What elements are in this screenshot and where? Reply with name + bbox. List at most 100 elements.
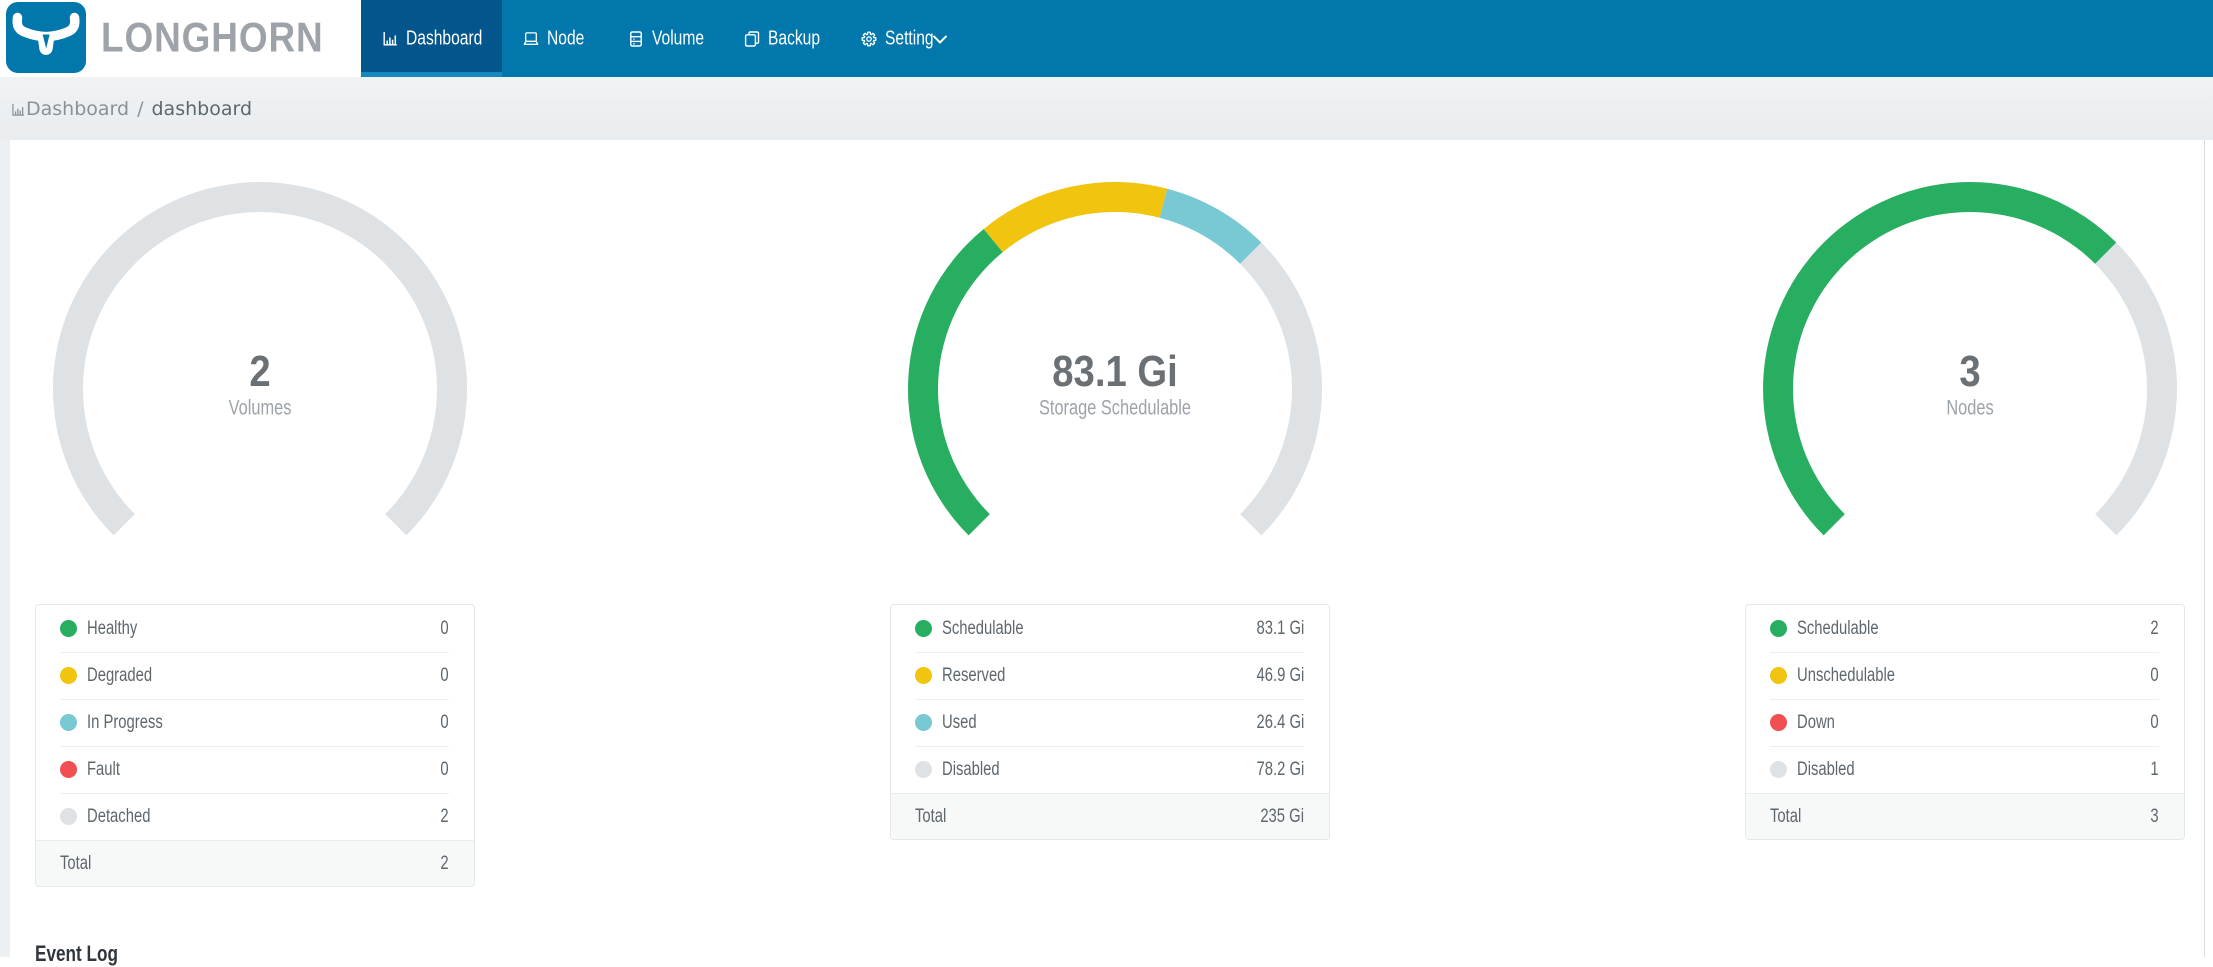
legend-dot — [1770, 667, 1787, 684]
legend-value: 0 — [440, 758, 449, 780]
legend-dot — [915, 620, 932, 637]
legend-total-value: 235 Gi — [1260, 805, 1304, 827]
bar-chart-icon — [12, 103, 24, 116]
storage-gauge-chart: 83.1 Gi Storage Schedulable — [908, 182, 1322, 536]
page-gutter — [0, 140, 10, 957]
nodes-gauge-value: 3 — [1959, 347, 1980, 396]
legend-total-row: Total 2 — [36, 840, 474, 886]
legend-dot — [60, 808, 77, 825]
legend-total-label: Total — [915, 805, 947, 827]
legend-value: 2 — [440, 805, 449, 827]
gear-icon — [861, 30, 877, 47]
breadcrumb-item-current: dashboard — [151, 97, 253, 120]
tab-volume[interactable]: Volume — [607, 0, 723, 77]
legend-label: Unschedulable — [1797, 664, 1896, 686]
legend-label: Healthy — [87, 617, 138, 639]
legend-label: Reserved — [942, 664, 1006, 686]
legend-label: Disabled — [1797, 758, 1855, 780]
legend-row: Disabled 78.2 Gi — [891, 746, 1329, 793]
legend-total-value: 3 — [2150, 805, 2159, 827]
legend-value: 0 — [440, 711, 449, 733]
legend-dot — [1770, 714, 1787, 731]
legend-dot — [1770, 620, 1787, 637]
tab-dashboard[interactable]: Dashboard — [361, 0, 502, 77]
legend-row: Schedulable 83.1 Gi — [891, 605, 1329, 652]
legend-row: Disabled 1 — [1746, 746, 2184, 793]
legend-row: Down 0 — [1746, 699, 2184, 746]
scrollbar-track-line — [2204, 140, 2205, 957]
legend-row: Schedulable 2 — [1746, 605, 2184, 652]
legend-label: Schedulable — [1797, 617, 1879, 639]
legend-dot — [1770, 761, 1787, 778]
legend-row: Unschedulable 0 — [1746, 652, 2184, 699]
tab-backup[interactable]: Backup — [723, 0, 840, 77]
legend-value: 46.9 Gi — [1256, 664, 1304, 686]
legend-value: 0 — [2150, 711, 2159, 733]
legend-total-label: Total — [1770, 805, 1802, 827]
logo-text: LONGHORN — [101, 13, 324, 61]
legend-total-row: Total 235 Gi — [891, 793, 1329, 839]
legend-label: Degraded — [87, 664, 153, 686]
logo[interactable]: LONGHORN — [0, 0, 361, 77]
legend-dot — [60, 714, 77, 731]
legend-row: Fault 0 — [36, 746, 474, 793]
legend-label: Disabled — [942, 758, 1000, 780]
legend-total-label: Total — [60, 852, 92, 874]
legend-row: Detached 2 — [36, 793, 474, 840]
copy-icon — [744, 30, 760, 47]
legend-dot — [60, 761, 77, 778]
tab-node-label: Node — [547, 27, 585, 50]
legend-value: 2 — [2150, 617, 2159, 639]
legend-dot — [915, 714, 932, 731]
tab-volume-label: Volume — [652, 27, 705, 50]
tab-backup-label: Backup — [768, 27, 821, 50]
legend-row: Degraded 0 — [36, 652, 474, 699]
legend-value: 26.4 Gi — [1256, 711, 1304, 733]
volumes-gauge-chart: 2 Volumes — [53, 181, 468, 536]
laptop-icon — [523, 31, 539, 45]
volumes-gauge-value: 2 — [249, 347, 270, 396]
legend-value: 0 — [440, 617, 449, 639]
legend-value: 0 — [440, 664, 449, 686]
breadcrumb-item-dashboard[interactable]: Dashboard — [26, 98, 129, 120]
legend-row: Reserved 46.9 Gi — [891, 652, 1329, 699]
tab-setting[interactable]: Setting — [840, 0, 969, 77]
nodes-legend-table: Schedulable 2 Unschedulable 0 Down 0 Dis… — [1745, 604, 2185, 840]
legend-label: Down — [1797, 711, 1835, 733]
storage-gauge-value: 83.1 Gi — [1052, 347, 1178, 396]
legend-label: Schedulable — [942, 617, 1024, 639]
storage-legend-table: Schedulable 83.1 Gi Reserved 46.9 Gi Use… — [890, 604, 1330, 840]
legend-total-row: Total 3 — [1746, 793, 2184, 839]
legend-label: Detached — [87, 805, 151, 827]
legend-row: Used 26.4 Gi — [891, 699, 1329, 746]
bar-chart-icon — [383, 31, 397, 45]
legend-label: Fault — [87, 758, 120, 780]
legend-dot — [60, 620, 77, 637]
breadcrumb-separator: / — [137, 97, 144, 120]
legend-label: In Progress — [87, 711, 163, 733]
event-log-title: Event Log — [35, 941, 141, 967]
legend-value: 78.2 Gi — [1256, 758, 1304, 780]
navbar: LONGHORN Dashboard Node Volume Backup Se… — [0, 0, 2213, 77]
legend-dot — [60, 667, 77, 684]
tab-dashboard-label: Dashboard — [406, 27, 483, 50]
legend-value: 1 — [2150, 758, 2159, 780]
legend-label: Used — [942, 711, 977, 733]
dashboard-content: 2 Volumes Healthy 0 Degraded 0 In Progre… — [10, 140, 2204, 966]
tab-setting-label: Setting — [885, 27, 934, 50]
longhorn-logo-icon — [6, 2, 86, 73]
nodes-gauge-chart: 3 Nodes — [1763, 182, 2177, 536]
volumes-gauge-label: Volumes — [229, 396, 292, 419]
volumes-legend-table: Healthy 0 Degraded 0 In Progress 0 Fault… — [35, 604, 475, 887]
tab-node[interactable]: Node — [502, 0, 607, 77]
chevron-down-icon — [932, 34, 948, 44]
database-icon — [630, 30, 642, 47]
legend-dot — [915, 667, 932, 684]
legend-dot — [915, 761, 932, 778]
breadcrumb: Dashboard / dashboard — [0, 77, 2213, 140]
legend-total-value: 2 — [440, 852, 449, 874]
legend-row: Healthy 0 — [36, 605, 474, 652]
event-log-title-text: Event Log — [35, 941, 118, 966]
legend-row: In Progress 0 — [36, 699, 474, 746]
legend-value: 83.1 Gi — [1256, 617, 1304, 639]
